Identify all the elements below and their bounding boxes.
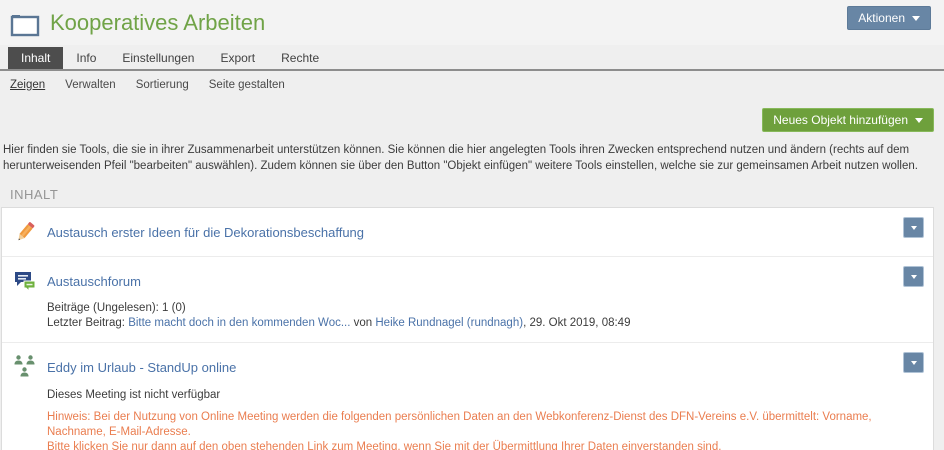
toolbar: Neues Objekt hinzufügen (0, 97, 944, 140)
warning-line-2: Bitte klicken Sie nur dann auf den oben … (47, 440, 893, 450)
last-post-date: , 29. Okt 2019, 08:49 (523, 317, 630, 329)
pencil-icon (12, 219, 38, 245)
item-link-eddy-standup[interactable]: Eddy im Urlaub - StandUp online (47, 360, 236, 375)
chevron-down-icon (915, 118, 923, 123)
item-actions-dropdown-button[interactable] (903, 266, 924, 287)
subtab-bar: Zeigen Verwalten Sortierung Seite gestal… (0, 71, 944, 97)
tab-export[interactable]: Export (207, 47, 268, 69)
item-link-austausch-ideen[interactable]: Austausch erster Ideen für die Dekoratio… (47, 225, 364, 240)
item-properties: Beiträge (Ungelesen): 1 (0) Letzter Beit… (47, 301, 893, 331)
von-label: von (354, 317, 373, 329)
item-actions-dropdown-button[interactable] (903, 352, 924, 373)
forum-posts-count: Beiträge (Ungelesen): 1 (0) (47, 301, 893, 316)
add-object-button-label: Neues Objekt hinzufügen (773, 113, 908, 127)
chevron-down-icon (911, 275, 917, 279)
item-actions-dropdown-button[interactable] (903, 217, 924, 238)
subtab-seite-gestalten[interactable]: Seite gestalten (209, 79, 285, 91)
last-post-label: Letzter Beitrag: (47, 317, 125, 329)
last-post-author-link[interactable]: Heike Rundnagel (rundnagh) (375, 317, 523, 329)
group-icon (12, 354, 38, 380)
tab-info[interactable]: Info (63, 47, 109, 69)
tab-einstellungen[interactable]: Einstellungen (109, 47, 207, 69)
subtab-zeigen[interactable]: Zeigen (10, 79, 45, 91)
page-header: Kooperatives Arbeiten Aktionen (0, 0, 944, 45)
tab-rechte[interactable]: Rechte (268, 47, 332, 69)
actions-button-label: Aktionen (858, 11, 905, 25)
tab-inhalt[interactable]: Inhalt (8, 47, 63, 69)
subtab-sortierung[interactable]: Sortierung (136, 79, 189, 91)
chevron-down-icon (911, 361, 917, 365)
item-link-austauschforum[interactable]: Austauschforum (47, 274, 141, 289)
page-description: Hier finden sie Tools, die sie in ihrer … (0, 140, 944, 174)
meeting-status: Dieses Meeting ist nicht verfügbar (47, 389, 893, 401)
list-item: Austauschforum Beiträge (Ungelesen): 1 (… (2, 256, 933, 342)
page-title: Kooperatives Arbeiten (50, 11, 265, 35)
add-object-button[interactable]: Neues Objekt hinzufügen (762, 108, 934, 132)
forum-icon (12, 268, 38, 294)
section-header-inhalt: INHALT (0, 174, 944, 207)
forum-last-post: Letzter Beitrag: Bitte macht doch in den… (47, 316, 893, 331)
content-list: Austausch erster Ideen für die Dekoratio… (1, 207, 934, 450)
list-item: Austausch erster Ideen für die Dekoratio… (2, 208, 933, 256)
folder-icon (10, 10, 40, 37)
chevron-down-icon (912, 16, 920, 21)
warning-line-1: Hinweis: Bei der Nutzung von Online Meet… (47, 410, 893, 440)
chevron-down-icon (911, 226, 917, 230)
meeting-privacy-warning: Hinweis: Bei der Nutzung von Online Meet… (47, 410, 893, 450)
last-post-link[interactable]: Bitte macht doch in den kommenden Woc... (128, 317, 350, 329)
subtab-verwalten[interactable]: Verwalten (65, 79, 116, 91)
actions-button[interactable]: Aktionen (847, 6, 931, 30)
list-item: Eddy im Urlaub - StandUp online Dieses M… (2, 342, 933, 450)
tab-bar: Inhalt Info Einstellungen Export Rechte (0, 47, 944, 71)
